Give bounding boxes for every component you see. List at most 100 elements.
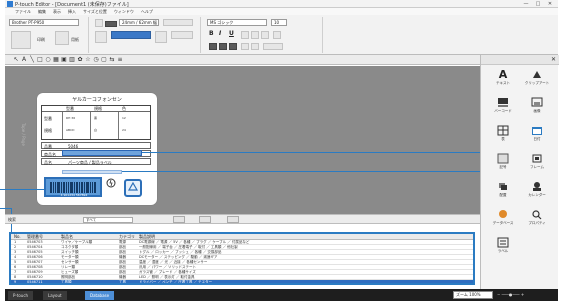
maximize-button[interactable]: □: [532, 0, 544, 8]
panel-item-symbol[interactable]: 記号: [489, 151, 517, 177]
db-down-button[interactable]: [199, 216, 211, 223]
menu-file[interactable]: ファイル: [15, 8, 31, 15]
arrange-tool-icon[interactable]: ⇆: [109, 56, 115, 63]
menu-window[interactable]: ウィンドウ: [114, 8, 134, 15]
label-preview[interactable]: ヤルカーコフォンセン 型番 規格 色 型番 RH 36 黒 12 規格 ABCD…: [37, 93, 157, 205]
table-cell: ドライバー ／ ペンチ ／ 圧着工具 ／ テスター: [139, 280, 213, 284]
italic-button[interactable]: I: [219, 30, 221, 37]
label-table-header: 型番 規格 色: [42, 106, 150, 112]
tab-layout[interactable]: Layout: [43, 291, 67, 300]
tape-width-select[interactable]: [111, 31, 151, 39]
table-cell: 0546711: [27, 280, 43, 284]
label-table-cell: 黒: [94, 116, 98, 120]
align-center-icon[interactable]: [251, 31, 259, 39]
close-button[interactable]: ✕: [544, 0, 556, 8]
menu-view[interactable]: 表示: [53, 8, 61, 15]
window-title: P-touch Editor - [Document1 (未保存)ファイル]: [15, 2, 129, 8]
selected-field-highlight: [62, 150, 142, 156]
db-up-button[interactable]: [173, 216, 185, 223]
align-left-icon[interactable]: [241, 31, 249, 39]
length-field[interactable]: [163, 19, 193, 26]
panel-item-frame[interactable]: フレーム: [523, 151, 551, 177]
panel-item-label[interactable]: ラベル: [489, 235, 517, 261]
date-tool-icon[interactable]: ◷: [93, 56, 99, 63]
layout-icon[interactable]: [105, 21, 117, 27]
font-name-select[interactable]: MS ゴシック: [207, 19, 267, 26]
label-table[interactable]: 型番 規格 色 型番 RH 36 黒 12 規格 ABCD 白 24: [41, 105, 151, 140]
margin-icon[interactable]: [155, 31, 167, 43]
label-field-row[interactable]: 品番 5046: [41, 142, 151, 149]
line-tool-icon[interactable]: ╲: [29, 56, 35, 63]
table-row[interactable]: 9 0546711 工具類 工具 ドライバー ／ ペンチ ／ 圧着工具 ／ テスター: [11, 280, 473, 284]
table-tool-icon[interactable]: ▦: [53, 56, 59, 63]
width-icon[interactable]: [251, 43, 259, 50]
paper-icon[interactable]: [95, 19, 103, 27]
vertical-text-icon[interactable]: [273, 31, 281, 39]
zoom-slider[interactable]: − ───●─── +: [497, 291, 555, 299]
panel-item-properties[interactable]: プロパティ: [523, 207, 551, 233]
rect-tool-icon[interactable]: □: [37, 56, 43, 63]
minimize-button[interactable]: —: [520, 0, 532, 8]
table-icon: [497, 125, 509, 136]
menu-size-position[interactable]: サイズと位置: [83, 8, 107, 15]
length-select[interactable]: [171, 31, 193, 39]
zoom-select[interactable]: ズーム 100%: [453, 291, 493, 299]
pointer-icon[interactable]: ↖: [13, 56, 19, 63]
text-tool-icon[interactable]: A: [21, 56, 27, 63]
menu-insert[interactable]: 挿入: [68, 8, 76, 15]
tab-database[interactable]: Database: [85, 291, 115, 300]
outline-icon[interactable]: [229, 43, 237, 50]
clipart-tool-icon[interactable]: ✿: [77, 56, 83, 63]
database-search-label: 検索: [8, 217, 16, 222]
label-table-cell: 24: [122, 128, 126, 132]
barcode-tool-icon[interactable]: ▥: [69, 56, 75, 63]
spacing-icon[interactable]: [241, 43, 249, 50]
shadow-icon[interactable]: [219, 43, 227, 50]
label-field-label: 品名: [44, 160, 52, 165]
bold-button[interactable]: B: [209, 30, 214, 37]
tape-size-field[interactable]: 24mm / 62mm 幅: [119, 19, 159, 26]
label-title[interactable]: ヤルカーコフォンセン: [37, 96, 157, 103]
search-icon: [532, 210, 542, 220]
object-panel-close-icon[interactable]: ✕: [551, 56, 556, 63]
barcode-object[interactable]: 4 901234 567894: [44, 177, 102, 197]
panel-item-image[interactable]: 画像: [523, 95, 551, 121]
panel-item-label: バーコード: [494, 109, 512, 113]
database-filter-select[interactable]: すべて: [83, 217, 133, 223]
barcode-number: 4 901234 567894: [60, 193, 88, 197]
status-bar: P-touch Layout Database ズーム 100% − ───●─…: [5, 289, 558, 301]
image-tool-icon[interactable]: ▣: [61, 56, 67, 63]
menu-edit[interactable]: 編集: [38, 8, 46, 15]
barcode-icon: [498, 98, 508, 107]
print-button[interactable]: [11, 31, 31, 49]
ellipse-tool-icon[interactable]: ○: [45, 56, 51, 63]
font-size-select[interactable]: 10: [271, 19, 287, 26]
panel-item-barcode[interactable]: バーコード: [489, 95, 517, 121]
frame-tool-icon[interactable]: ▢: [101, 56, 107, 63]
recycle-symbol-icon[interactable]: [124, 179, 142, 197]
orientation-icon[interactable]: [95, 31, 107, 43]
db-prev-button[interactable]: [227, 216, 239, 223]
panel-item-database[interactable]: データベース: [489, 207, 517, 233]
database-grid[interactable]: No. 管理番号 製品名 カテゴリ 製品説明 1 0546703 ワイヤ／ケーブル類…: [9, 232, 475, 285]
style-select[interactable]: [263, 43, 283, 50]
panel-item-calendar[interactable]: カレンダー: [523, 179, 551, 205]
panel-item-date[interactable]: 日付: [523, 123, 551, 149]
panel-item-arrange[interactable]: 配置: [489, 179, 517, 205]
label-table-cell: ABCD: [66, 128, 75, 132]
printer-select[interactable]: Brother PT-P950: [9, 19, 79, 26]
underline-button[interactable]: U: [229, 30, 234, 37]
align-tool-icon[interactable]: ≡: [117, 56, 123, 63]
align-right-icon[interactable]: [261, 31, 269, 39]
menu-help[interactable]: ヘルプ: [141, 8, 153, 15]
frame-icon[interactable]: [209, 43, 217, 50]
object-panel-header: ✕: [481, 55, 559, 65]
label-field-row[interactable]: 品名 パーツ商品 / 製品ラベル: [41, 158, 151, 165]
tape-button[interactable]: [55, 31, 69, 45]
symbol-tool-icon[interactable]: ☆: [85, 56, 91, 63]
tab-ptouch[interactable]: P-touch: [8, 291, 34, 300]
panel-item-clipart[interactable]: クリップアート: [523, 67, 551, 93]
panel-item-text[interactable]: A テキスト: [489, 67, 517, 93]
panel-item-table[interactable]: 表: [489, 123, 517, 149]
electric-symbol-icon[interactable]: [105, 177, 117, 189]
